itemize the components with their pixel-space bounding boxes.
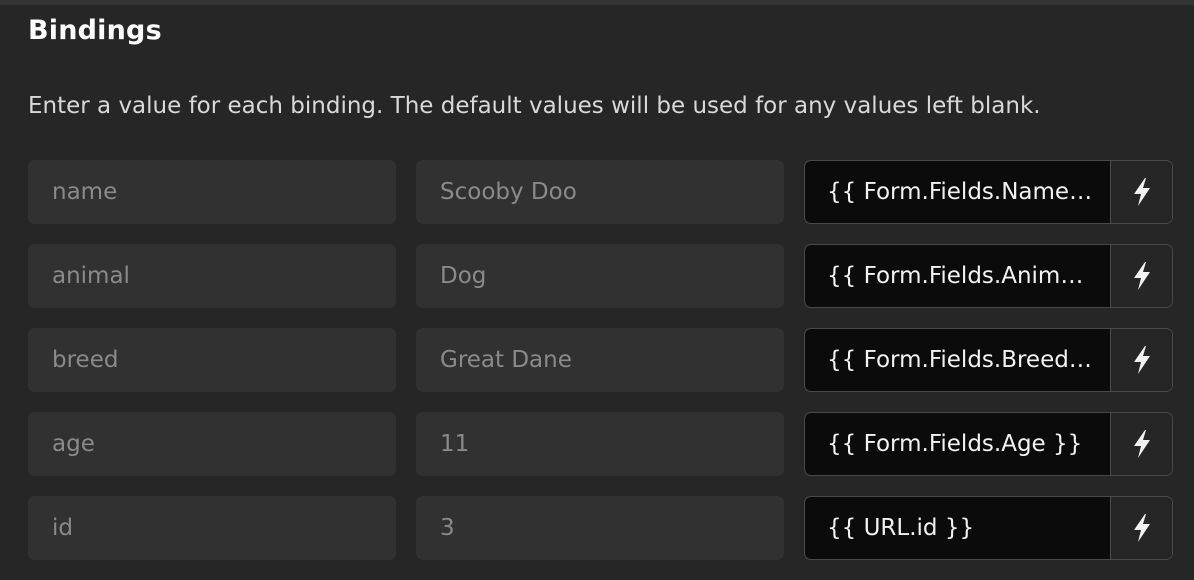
binding-value-text: {{ Form.Fields.Name }} [827,179,1098,205]
binding-value-control: {{ URL.id }} [804,496,1173,560]
binding-default-field: Dog [416,244,784,308]
lightning-bolt-icon [1133,430,1150,458]
binding-default-field: 11 [416,412,784,476]
binding-value-control: {{ Form.Fields.Age }} [804,412,1173,476]
lightning-bolt-icon [1133,514,1150,542]
binding-value-text: {{ URL.id }} [827,515,975,541]
binding-name-label: age [52,431,95,457]
lightning-bolt-icon [1133,178,1150,206]
binding-name-label: breed [52,347,119,373]
binding-value-text: {{ Form.Fields.Breed }} [827,347,1098,373]
binding-default-label: Great Dane [440,347,572,373]
binding-default-field: 3 [416,496,784,560]
binding-name-label: id [52,515,73,541]
binding-row-breed: breed Great Dane {{ Form.Fields.Breed }} [28,328,1173,392]
binding-value-control: {{ Form.Fields.Breed }} [804,328,1173,392]
binding-default-label: 11 [440,431,470,457]
binding-value-text: {{ Form.Fields.Anim… [827,263,1084,289]
binding-value-input[interactable]: {{ Form.Fields.Age }} [805,413,1110,475]
binding-value-control: {{ Form.Fields.Anim… [804,244,1173,308]
binding-picker-button[interactable] [1110,413,1172,475]
binding-name-label: name [52,179,118,205]
binding-value-input[interactable]: {{ Form.Fields.Anim… [805,245,1110,307]
binding-name-field: id [28,496,396,560]
binding-default-field: Great Dane [416,328,784,392]
binding-value-input[interactable]: {{ Form.Fields.Name }} [805,161,1110,223]
binding-name-field: animal [28,244,396,308]
binding-name-field: breed [28,328,396,392]
lightning-bolt-icon [1133,346,1150,374]
lightning-bolt-icon [1133,262,1150,290]
binding-value-input[interactable]: {{ Form.Fields.Breed }} [805,329,1110,391]
section-description: Enter a value for each binding. The defa… [28,93,1041,119]
binding-default-label: Dog [440,263,487,289]
binding-value-text: {{ Form.Fields.Age }} [827,431,1083,457]
binding-default-label: Scooby Doo [440,179,577,205]
binding-default-field: Scooby Doo [416,160,784,224]
binding-picker-button[interactable] [1110,161,1172,223]
binding-value-control: {{ Form.Fields.Name }} [804,160,1173,224]
binding-picker-button[interactable] [1110,329,1172,391]
binding-value-input[interactable]: {{ URL.id }} [805,497,1110,559]
binding-row-age: age 11 {{ Form.Fields.Age }} [28,412,1173,476]
bindings-list: name Scooby Doo {{ Form.Fields.Name }} a… [28,160,1173,580]
binding-row-animal: animal Dog {{ Form.Fields.Anim… [28,244,1173,308]
binding-name-label: animal [52,263,130,289]
bindings-panel: Bindings Enter a value for each binding.… [28,0,1173,580]
binding-row-id: id 3 {{ URL.id }} [28,496,1173,560]
binding-default-label: 3 [440,515,455,541]
binding-picker-button[interactable] [1110,245,1172,307]
binding-picker-button[interactable] [1110,497,1172,559]
section-title: Bindings [28,15,162,46]
binding-row-name: name Scooby Doo {{ Form.Fields.Name }} [28,160,1173,224]
binding-name-field: name [28,160,396,224]
binding-name-field: age [28,412,396,476]
